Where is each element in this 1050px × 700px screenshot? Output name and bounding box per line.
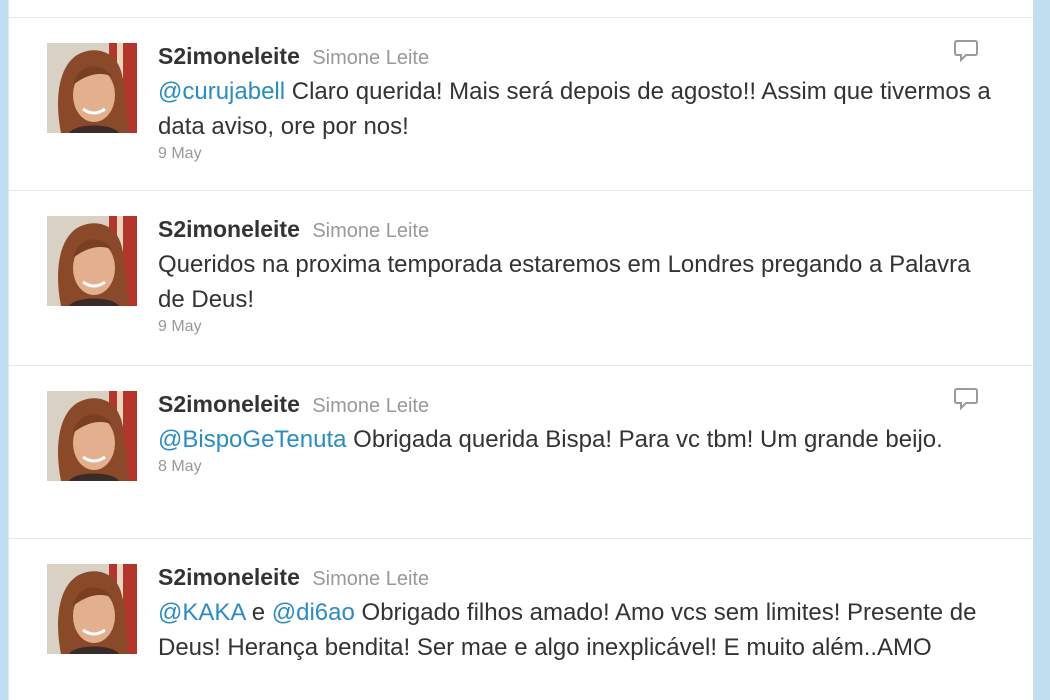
- timestamp[interactable]: 8 May: [158, 458, 1008, 476]
- tweet-content: S2imoneleite Simone Leite @curujabell Cl…: [158, 42, 1008, 163]
- mention-link[interactable]: @di6ao: [272, 599, 355, 626]
- mention-link[interactable]: @BispoGeTenuta: [158, 426, 346, 453]
- tweet-text: @curujabell Claro querida! Mais será dep…: [158, 74, 1003, 144]
- screen-name[interactable]: S2imoneleite: [158, 391, 300, 417]
- tweet[interactable]: S2imoneleite Simone Leite Queridos na pr…: [9, 190, 1033, 362]
- tweet-header: S2imoneleite Simone Leite: [158, 390, 1008, 418]
- avatar[interactable]: [47, 391, 137, 481]
- timestamp[interactable]: 9 May: [158, 318, 1008, 336]
- timestamp[interactable]: 9 May: [158, 145, 1008, 163]
- full-name: Simone Leite: [312, 220, 430, 242]
- tweet-content: S2imoneleite Simone Leite Queridos na pr…: [158, 215, 1008, 336]
- tweet[interactable]: S2imoneleite Simone Leite @curujabell Cl…: [9, 17, 1033, 189]
- avatar[interactable]: [47, 43, 137, 133]
- tweet-text-segment: Obrigada querida Bispa! Para vc tbm! Um …: [346, 426, 943, 453]
- avatar[interactable]: [47, 216, 137, 306]
- full-name: Simone Leite: [312, 395, 430, 417]
- tweet-text: Queridos na proxima temporada estaremos …: [158, 247, 1003, 317]
- mention-link[interactable]: @curujabell: [158, 78, 285, 105]
- tweet-header: S2imoneleite Simone Leite: [158, 215, 1008, 243]
- avatar[interactable]: [47, 564, 137, 654]
- full-name: Simone Leite: [312, 568, 430, 590]
- reply-icon[interactable]: [953, 386, 979, 412]
- tweet-header: S2imoneleite Simone Leite: [158, 563, 1008, 591]
- tweet-content: S2imoneleite Simone Leite @BispoGeTenuta…: [158, 390, 1008, 476]
- screen-name[interactable]: S2imoneleite: [158, 43, 300, 69]
- tweet-text: @KAKA e @di6ao Obrigado filhos amado! Am…: [158, 595, 1003, 665]
- tweet-text-segment: Queridos na proxima temporada estaremos …: [158, 251, 971, 313]
- tweet[interactable]: S2imoneleite Simone Leite @BispoGeTenuta…: [9, 365, 1033, 537]
- mention-link[interactable]: @KAKA: [158, 599, 245, 626]
- tweet-content: S2imoneleite Simone Leite @KAKA e @di6ao…: [158, 563, 1008, 666]
- screen-name[interactable]: S2imoneleite: [158, 216, 300, 242]
- screen-name[interactable]: S2imoneleite: [158, 564, 300, 590]
- tweet-header: S2imoneleite Simone Leite: [158, 42, 1008, 70]
- full-name: Simone Leite: [312, 47, 430, 69]
- tweet-text-segment: e: [245, 599, 272, 626]
- tweet-text: @BispoGeTenuta Obrigada querida Bispa! P…: [158, 422, 1003, 457]
- timeline: S2imoneleite Simone Leite @curujabell Cl…: [8, 0, 1033, 700]
- reply-icon[interactable]: [953, 38, 979, 64]
- tweet[interactable]: S2imoneleite Simone Leite @KAKA e @di6ao…: [9, 538, 1033, 700]
